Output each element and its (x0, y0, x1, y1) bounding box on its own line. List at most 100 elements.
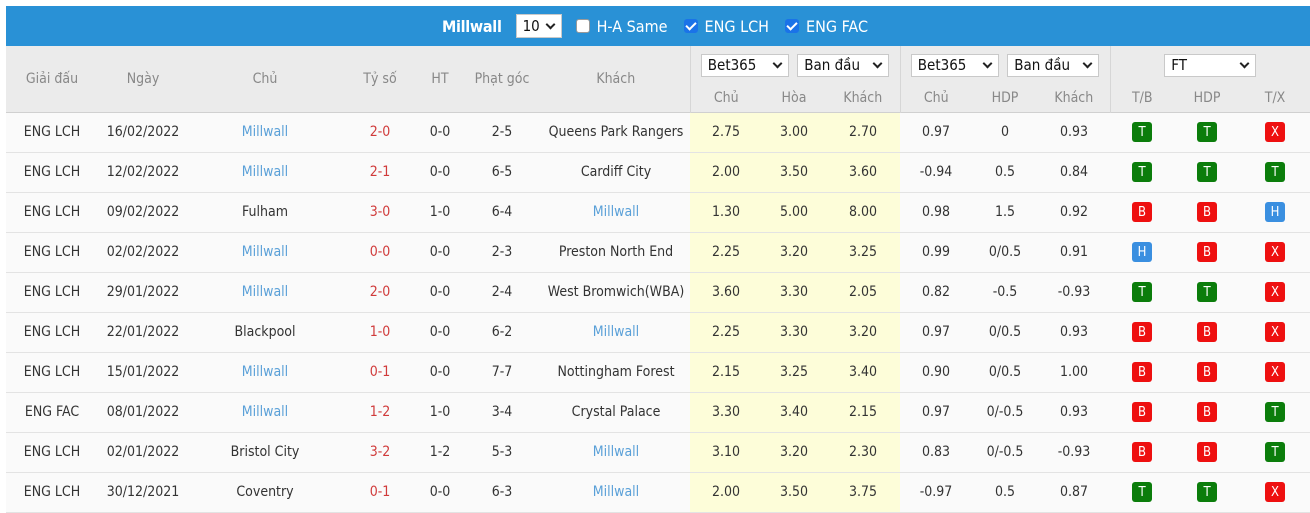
corners-cell: 5-3 (462, 432, 542, 473)
corners-cell: 2-3 (462, 232, 542, 273)
result-tb-badge: T (1132, 282, 1153, 302)
away-team-cell[interactable]: Millwall (542, 312, 690, 353)
table-body: ENG LCH 16/02/2022 Millwall 2-0 0-0 2-5 Queens… (6, 112, 1310, 513)
score-cell[interactable]: 0-1 (342, 352, 418, 393)
match-history-table: Giải đấu Ngày Chủ Tỷ số HT Phạt góc Khác… (6, 46, 1310, 513)
halftime-cell: 0-0 (418, 232, 462, 273)
league-cell[interactable]: ENG LCH (6, 112, 98, 153)
halftime-cell: 0-0 (418, 112, 462, 153)
score-cell[interactable]: 0-1 (342, 472, 418, 513)
hdp-line-cell: 0.5 (972, 472, 1039, 513)
hdp-home-cell: 0.97 (900, 312, 973, 353)
league-cell[interactable]: ENG LCH (6, 432, 98, 473)
period-value: FT (1171, 56, 1188, 74)
home-team-cell[interactable]: Millwall (188, 232, 342, 273)
col-odds-home: Chủ (689, 84, 762, 112)
result-tx-badge-cell: T (1240, 152, 1310, 193)
table-row: ENG LCH 29/01/2022 Millwall 2-0 0-0 2-4 West B… (6, 272, 1310, 313)
hdp-bookmaker-select[interactable]: Bet365 (910, 53, 999, 77)
result-tx-badge: X (1265, 242, 1286, 262)
odds-bookmaker-select[interactable]: Bet365 (700, 53, 789, 77)
table-row: ENG LCH 22/01/2022 Blackpool 1-0 0-0 6-2 Millw… (6, 312, 1310, 353)
chevron-down-icon (1239, 58, 1250, 68)
score-cell[interactable]: 1-2 (342, 392, 418, 433)
col-hdp-home: Chủ (899, 84, 973, 112)
odds-type-select[interactable]: Ban đầu (797, 53, 890, 77)
home-team-cell[interactable]: Millwall (188, 392, 342, 433)
col-score: Tỷ số (342, 46, 418, 112)
filter-eng-lch-checkbox[interactable]: ENG LCH (683, 17, 769, 36)
league-cell[interactable]: ENG LCH (6, 312, 98, 353)
result-hdp-badge: T (1197, 282, 1218, 302)
away-team-cell[interactable]: West Bromwich(WBA) (542, 272, 690, 313)
league-cell[interactable]: ENG LCH (6, 472, 98, 513)
away-team-cell[interactable]: Queens Park Rangers (542, 112, 690, 153)
table-row: ENG LCH 12/02/2022 Millwall 2-1 0-0 6-5 Cardif… (6, 152, 1310, 193)
away-team-cell[interactable]: Millwall (542, 472, 690, 513)
odds-away-cell: 2.05 (826, 272, 901, 313)
odds-home-cell: 2.25 (690, 312, 762, 353)
corners-cell: 6-2 (462, 312, 542, 353)
filter-eng-fac-checkbox[interactable]: ENG FAC (785, 17, 868, 36)
odds-away-cell: 3.20 (826, 312, 901, 353)
result-tb-badge: B (1132, 322, 1153, 342)
score-cell[interactable]: 3-2 (342, 432, 418, 473)
home-team-cell[interactable]: Millwall (188, 272, 342, 313)
away-team-cell[interactable]: Millwall (542, 432, 690, 473)
away-team-cell[interactable]: Crystal Palace (542, 392, 690, 433)
odds-away-cell: 2.70 (826, 112, 901, 153)
home-team-cell[interactable]: Fulham (188, 192, 342, 233)
odds-draw-cell: 3.50 (762, 472, 826, 513)
home-team-cell[interactable]: Millwall (188, 152, 342, 193)
hdp-away-cell: 0.93 (1038, 112, 1111, 153)
result-tb-badge-cell: T (1110, 472, 1175, 513)
odds-home-cell: 3.30 (690, 392, 762, 433)
home-team-cell[interactable]: Blackpool (188, 312, 342, 353)
col-result-tx: T/X (1240, 84, 1310, 112)
result-tb-badge-cell: T (1110, 272, 1175, 313)
away-team-cell[interactable]: Preston North End (542, 232, 690, 273)
score-cell[interactable]: 1-0 (342, 312, 418, 353)
result-tb-badge-cell: T (1110, 152, 1175, 193)
match-count-select[interactable]: 10 (515, 14, 562, 38)
score-cell[interactable]: 0-0 (342, 232, 418, 273)
home-team-cell[interactable]: Bristol City (188, 432, 342, 473)
result-hdp-badge: B (1197, 402, 1218, 422)
result-tb-badge-cell: B (1110, 192, 1175, 233)
hdp-away-cell: 1.00 (1038, 352, 1111, 393)
score-cell[interactable]: 2-0 (342, 272, 418, 313)
league-cell[interactable]: ENG LCH (6, 152, 98, 193)
result-tx-badge-cell: X (1240, 472, 1310, 513)
hdp-home-cell: 0.99 (900, 232, 973, 273)
hdp-line-cell: 0.5 (972, 152, 1039, 193)
home-team-cell[interactable]: Coventry (188, 472, 342, 513)
result-hdp-badge-cell: T (1174, 472, 1241, 513)
chevron-down-icon (872, 58, 883, 68)
result-hdp-badge: T (1197, 482, 1218, 502)
col-league: Giải đấu (6, 46, 98, 112)
period-select[interactable]: FT (1164, 53, 1257, 77)
away-team-cell[interactable]: Cardiff City (542, 152, 690, 193)
ha-same-checkbox[interactable]: H-A Same (575, 17, 668, 36)
score-cell[interactable]: 3-0 (342, 192, 418, 233)
result-tx-badge-cell: T (1240, 432, 1310, 473)
league-cell[interactable]: ENG LCH (6, 352, 98, 393)
hdp-type-select[interactable]: Ban đầu (1007, 53, 1100, 77)
hdp-home-cell: -0.94 (900, 152, 973, 193)
away-team-cell[interactable]: Millwall (542, 192, 690, 233)
score-cell[interactable]: 2-0 (342, 112, 418, 153)
col-hdp-line: HDP (972, 84, 1039, 112)
match-history-panel: Millwall 10 H-A Same ENG LCH ENG FAC Giả… (6, 6, 1310, 513)
league-cell[interactable]: ENG LCH (6, 192, 98, 233)
home-team-cell[interactable]: Millwall (188, 352, 342, 393)
halftime-cell: 1-0 (418, 392, 462, 433)
result-tx-badge: T (1265, 162, 1286, 182)
home-team-cell[interactable]: Millwall (188, 112, 342, 153)
league-cell[interactable]: ENG FAC (6, 392, 98, 433)
col-corners: Phạt góc (462, 46, 542, 112)
away-team-cell[interactable]: Nottingham Forest (542, 352, 690, 393)
score-cell[interactable]: 2-1 (342, 152, 418, 193)
league-cell[interactable]: ENG LCH (6, 232, 98, 273)
league-cell[interactable]: ENG LCH (6, 272, 98, 313)
result-hdp-badge: B (1197, 322, 1218, 342)
